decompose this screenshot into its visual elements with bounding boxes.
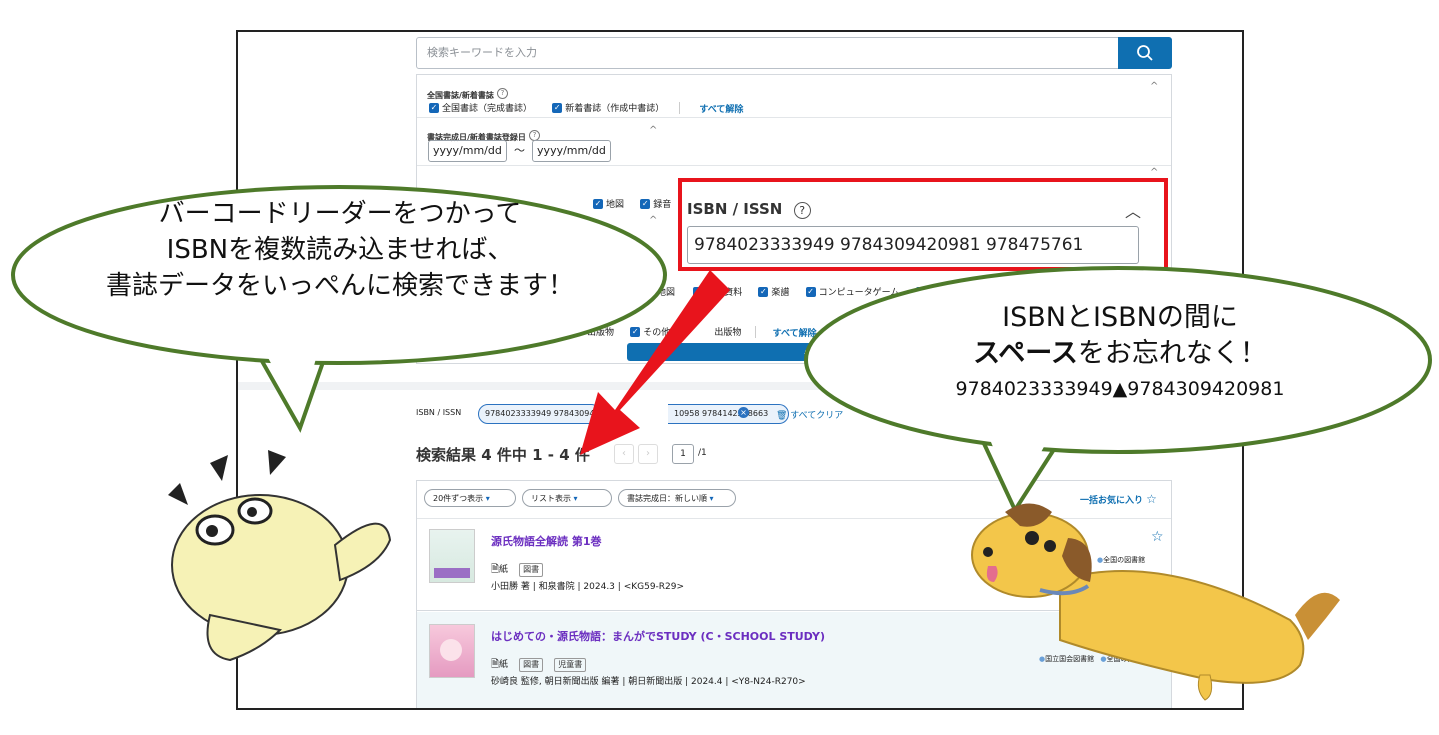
search-button[interactable] — [1118, 37, 1172, 69]
item-title[interactable]: はじめての・源氏物語：まんがでSTUDY (C・SCHOOL STUDY) — [491, 628, 825, 644]
search-bar: 検索キーワードを入力 — [416, 37, 1172, 69]
right-bubble-bold: スペース — [973, 338, 1078, 369]
book-cover-image — [429, 624, 475, 678]
option-complete-label: 全国書誌（完成書誌） — [442, 104, 533, 114]
isbn-filter-label: ISBN / ISSN ? — [687, 200, 811, 219]
date-separator: ～ — [513, 144, 525, 157]
help-icon[interactable]: ? — [793, 202, 811, 219]
item-format: 🗎紙 図書 児童書 — [491, 652, 592, 674]
publisher: 朝日新聞出版 — [628, 677, 683, 687]
type-tag: 図書 — [519, 658, 544, 672]
per-page-label: 20件ずつ表示 — [433, 494, 484, 503]
author: 小田勝 著 — [491, 582, 530, 592]
date-to-input[interactable]: yyyy/mm/dd — [532, 140, 611, 162]
chevron-up-icon[interactable]: ^ — [1150, 167, 1158, 178]
isbn-input[interactable]: 9784023333949 9784309420981 978475761 — [687, 226, 1139, 264]
format-label: 紙 — [499, 660, 509, 670]
left-bubble-line: ISBNを複数読み込ませれば、 — [166, 235, 514, 265]
left-bubble-line: 書誌データをいっぺんに検索できます！ — [105, 271, 574, 301]
type-tag: 図書 — [519, 563, 544, 577]
date-range: yyyy/mm/dd ～ yyyy/mm/dd — [428, 139, 611, 162]
year: 2024.4 — [691, 677, 723, 687]
left-bubble-line: バーコードリーダーをつかって — [158, 199, 522, 229]
author: 砂崎良 監修, 朝日新聞出版 編著 — [491, 677, 620, 687]
chevron-down-icon: ▾ — [709, 494, 714, 503]
paper-icon: 🗎 — [491, 659, 500, 670]
search-input[interactable]: 検索キーワードを入力 — [416, 37, 1119, 69]
paper-icon: 🗎 — [491, 564, 500, 575]
catalog-options: ✓ 全国書誌（完成書誌） ✓ 新着書誌（作成中書誌） すべて解除 — [429, 97, 743, 116]
chevron-up-icon[interactable]: ︿ — [1125, 198, 1141, 222]
sort-select[interactable]: 書誌完成日：新しい順 ▾ — [618, 489, 736, 507]
right-bubble-rest: をお忘れなく！ — [1077, 338, 1267, 369]
right-bubble-line2: スペースをお忘れなく！ — [880, 336, 1360, 372]
trash-icon: 🗑 — [776, 411, 791, 421]
search-icon — [1137, 45, 1153, 61]
mascot-dog-right — [971, 503, 1340, 701]
checkbox-score[interactable]: ✓ — [758, 286, 769, 297]
mascot-character-left — [168, 450, 392, 662]
chevron-up-icon[interactable]: ^ — [1150, 81, 1158, 92]
chevron-down-icon: ▾ — [573, 494, 578, 503]
checkbox-complete[interactable]: ✓ — [429, 102, 439, 113]
type-tag: 児童書 — [554, 658, 587, 672]
item-meta: 砂崎良 監修, 朝日新聞出版 編著 | 朝日新聞出版 | 2024.4 | <Y… — [491, 677, 806, 687]
sort-label: 書誌完成日：新しい順 — [627, 494, 707, 503]
isbn-filter-popup: ISBN / ISSN ? ︿ 9784023333949 9784309420… — [678, 178, 1168, 271]
left-bubble-text: バーコードリーダーをつかって ISBNを複数読み込ませれば、 書誌データをいっぺ… — [40, 196, 640, 304]
book-cover-image — [429, 529, 475, 583]
chevron-down-icon: ▾ — [485, 494, 490, 503]
view-select[interactable]: リスト表示 ▾ — [522, 489, 612, 507]
divider — [417, 117, 1171, 118]
option-new-label: 新着書誌（作成中書誌） — [565, 104, 665, 114]
year: 2024.3 — [583, 582, 615, 592]
option-label: 楽譜 — [771, 288, 790, 298]
item-format: 🗎紙 図書 — [491, 557, 549, 579]
per-page-select[interactable]: 20件ずつ表示 ▾ — [424, 489, 516, 507]
right-bubble-line1: ISBNとISBNの間に — [1002, 302, 1238, 333]
item-title[interactable]: 源氏物語全解読 第1巻 — [491, 533, 601, 549]
chevron-up-icon[interactable]: ^ — [649, 125, 657, 136]
right-bubble-text: ISBNとISBNの間に スペースをお忘れなく！ 9784023333949▲9… — [880, 300, 1360, 406]
format-label: 紙 — [499, 565, 509, 575]
call-number: <Y8-N24-R270> — [731, 677, 806, 687]
right-bubble-example: 9784023333949▲9784309420981 — [955, 378, 1285, 400]
publisher: 和泉書院 — [538, 582, 575, 592]
isbn-label-text: ISBN / ISSN — [687, 200, 783, 218]
view-label: リスト表示 — [531, 494, 571, 503]
item-meta: 小田勝 著 | 和泉書院 | 2024.3 | <KG59-R29> — [491, 582, 685, 592]
call-number: <KG59-R29> — [623, 582, 685, 592]
checkbox-new[interactable]: ✓ — [552, 102, 563, 113]
date-from-input[interactable]: yyyy/mm/dd — [428, 140, 507, 162]
clear-catalog-link[interactable]: すべて解除 — [699, 105, 743, 115]
